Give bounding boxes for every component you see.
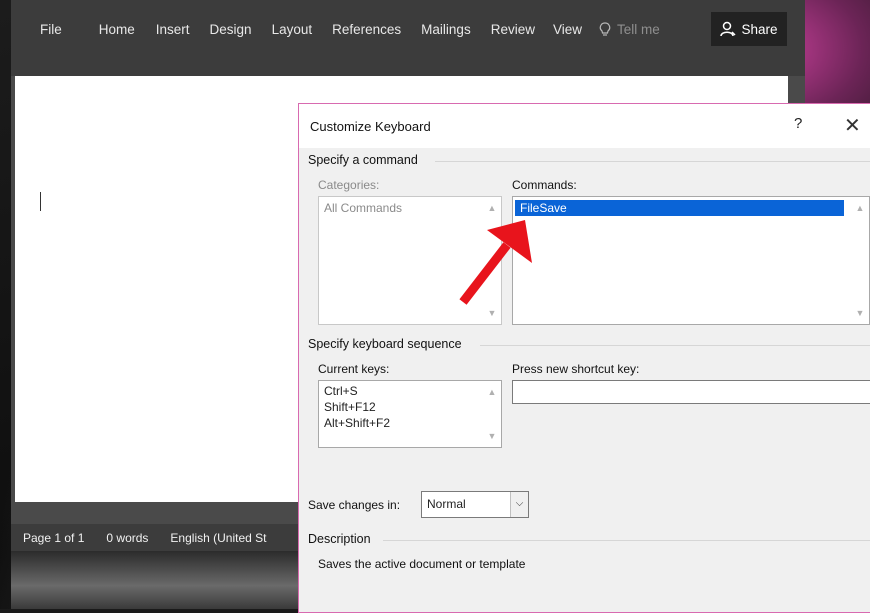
- scroll-up-icon[interactable]: ▲: [852, 200, 868, 216]
- categories-label: Categories:: [318, 178, 380, 192]
- tab-layout[interactable]: Layout: [272, 22, 313, 37]
- ribbon: File Home Insert Design Layout Reference…: [11, 0, 805, 76]
- save-changes-value: Normal: [427, 497, 466, 511]
- section-divider: [480, 345, 870, 346]
- customize-keyboard-dialog: Customize Keyboard ? ✕ Specify a command…: [298, 103, 870, 613]
- tell-me-label: Tell me: [617, 21, 660, 37]
- scroll-up-icon[interactable]: ▲: [484, 384, 500, 400]
- tell-me-box[interactable]: Tell me: [599, 22, 660, 37]
- list-item[interactable]: Ctrl+S: [319, 383, 501, 399]
- tab-review[interactable]: Review: [491, 22, 535, 37]
- current-keys-listbox[interactable]: Ctrl+S Shift+F12 Alt+Shift+F2 ▲ ▼: [318, 380, 502, 448]
- tab-mailings[interactable]: Mailings: [421, 22, 471, 37]
- tab-home[interactable]: Home: [99, 22, 135, 37]
- list-item[interactable]: Alt+Shift+F2: [319, 415, 501, 431]
- status-page[interactable]: Page 1 of 1: [23, 531, 84, 545]
- save-changes-dropdown[interactable]: Normal ⌵: [421, 491, 529, 518]
- tab-insert[interactable]: Insert: [156, 22, 190, 37]
- person-icon: [720, 21, 737, 37]
- close-icon[interactable]: ✕: [844, 113, 861, 138]
- list-item[interactable]: Shift+F12: [319, 399, 501, 415]
- help-button[interactable]: ?: [794, 115, 802, 132]
- scroll-down-icon[interactable]: ▼: [484, 428, 500, 444]
- commands-scrollbar[interactable]: ▲ ▼: [852, 198, 868, 323]
- tab-design[interactable]: Design: [210, 22, 252, 37]
- share-label: Share: [741, 21, 778, 37]
- tab-references[interactable]: References: [332, 22, 401, 37]
- dialog-titlebar: Customize Keyboard ? ✕: [299, 104, 870, 148]
- ribbon-tabs: File Home Insert Design Layout Reference…: [11, 0, 660, 58]
- status-language[interactable]: English (United St: [170, 531, 266, 545]
- description-text: Saves the active document or template: [318, 557, 526, 571]
- tab-file[interactable]: File: [40, 22, 62, 37]
- list-item-selected[interactable]: FileSave: [515, 200, 844, 216]
- specify-sequence-heading: Specify keyboard sequence: [308, 337, 870, 351]
- status-words[interactable]: 0 words: [106, 531, 148, 545]
- share-button[interactable]: Share: [711, 12, 787, 46]
- text-cursor: [40, 192, 41, 211]
- commands-listbox[interactable]: FileSave ▲ ▼: [512, 196, 870, 325]
- description-heading: Description: [308, 532, 870, 546]
- chevron-down-icon[interactable]: ⌵: [510, 492, 528, 517]
- dialog-title: Customize Keyboard: [310, 119, 431, 134]
- specify-command-heading: Specify a command: [308, 153, 870, 167]
- current-keys-scrollbar[interactable]: ▲ ▼: [484, 382, 500, 446]
- commands-label: Commands:: [512, 178, 577, 192]
- new-shortcut-input[interactable]: [512, 380, 870, 404]
- save-changes-label: Save changes in:: [308, 498, 401, 512]
- section-divider: [435, 161, 870, 162]
- current-keys-label: Current keys:: [318, 362, 390, 376]
- tab-view[interactable]: View: [553, 22, 582, 37]
- scroll-down-icon[interactable]: ▼: [852, 305, 868, 321]
- lightbulb-icon: [599, 21, 611, 36]
- section-divider: [383, 540, 870, 541]
- press-new-shortcut-label: Press new shortcut key:: [512, 362, 640, 376]
- annotation-arrow-icon: [459, 220, 532, 305]
